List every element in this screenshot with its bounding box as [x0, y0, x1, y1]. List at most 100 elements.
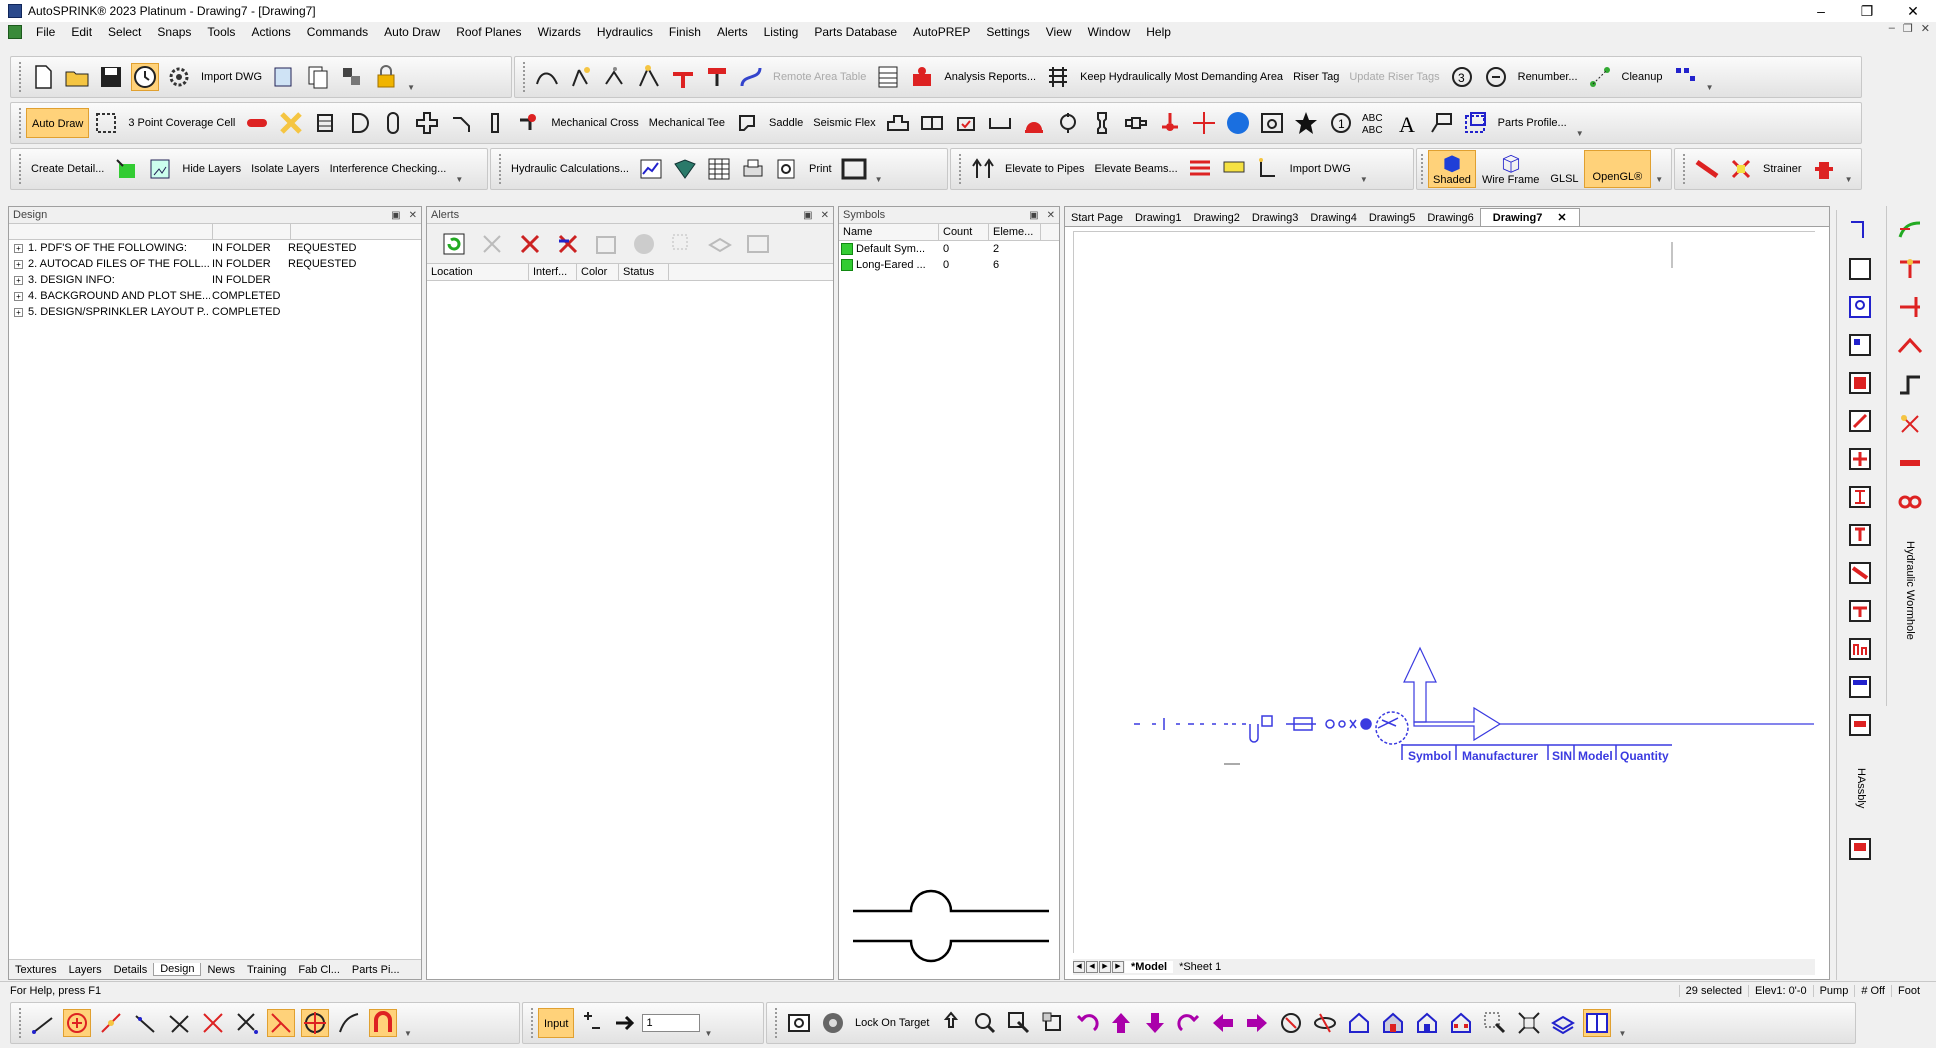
orbit-icon[interactable]: [1311, 1009, 1339, 1037]
snap-apparent-icon[interactable]: [233, 1009, 261, 1037]
report-table-icon[interactable]: [874, 63, 902, 91]
menu-parts-database[interactable]: Parts Database: [806, 22, 905, 42]
pipe-tool-icon[interactable]: [1845, 216, 1877, 248]
snap-nearest-icon[interactable]: [131, 1009, 159, 1037]
blue-sphere-icon[interactable]: [1224, 109, 1252, 137]
restore-icon[interactable]: ❐: [1844, 0, 1890, 22]
toolbar-overflow-icon[interactable]: ▼: [1654, 154, 1664, 184]
menu-roof-planes[interactable]: Roof Planes: [448, 22, 529, 42]
lock-on-target-button[interactable]: Lock On Target: [850, 1017, 934, 1029]
column-color[interactable]: Color: [577, 264, 619, 280]
delete-alert-icon[interactable]: [515, 229, 545, 259]
tab-layers[interactable]: Layers: [63, 964, 108, 976]
clock-icon[interactable]: [131, 63, 159, 91]
save-icon[interactable]: [97, 63, 125, 91]
tab-drawing6[interactable]: Drawing6: [1421, 210, 1479, 226]
strainer-icon[interactable]: [1727, 155, 1755, 183]
tee-fitting-icon[interactable]: [669, 63, 697, 91]
mdi-close-icon[interactable]: ✕: [1921, 22, 1930, 35]
snap-magnet-icon[interactable]: [369, 1009, 397, 1037]
menu-snaps[interactable]: Snaps: [149, 22, 199, 42]
glsl-button[interactable]: GLSL: [1545, 173, 1583, 189]
hanger-icon[interactable]: [703, 63, 731, 91]
hydraulic-calculations-button[interactable]: Hydraulic Calculations...: [506, 163, 634, 175]
red-chart-icon[interactable]: [1845, 634, 1877, 666]
red-slash-icon[interactable]: [1845, 558, 1877, 590]
expand-icon[interactable]: +: [14, 307, 23, 317]
parts-profile-icon[interactable]: [1462, 109, 1490, 137]
last-sheet-icon[interactable]: ▶: [1112, 961, 1124, 973]
bend-pipe-icon[interactable]: [737, 63, 765, 91]
coverage-cell-icon[interactable]: [92, 109, 120, 137]
tag-one-icon[interactable]: 1: [1326, 109, 1354, 137]
snap-intersection-icon[interactable]: [199, 1009, 227, 1037]
snap-perpendicular-icon[interactable]: [165, 1009, 193, 1037]
star-icon[interactable]: [1292, 109, 1320, 137]
design-row[interactable]: + 3. DESIGN INFO: IN FOLDER: [9, 272, 421, 288]
red-sprinkler-icon[interactable]: [1894, 408, 1926, 440]
shaded-button[interactable]: Shaded: [1428, 150, 1476, 188]
mechanical-cross-icon[interactable]: [515, 109, 543, 137]
dots-tool-icon[interactable]: [1671, 63, 1699, 91]
design-row[interactable]: + 2. AUTOCAD FILES OF THE FOLL... IN FOL…: [9, 256, 421, 272]
renumber-3-icon[interactable]: 3: [1448, 63, 1476, 91]
plus-minus-icon[interactable]: [577, 1009, 605, 1037]
print-button[interactable]: Print: [804, 163, 837, 175]
elevate-to-pipes-button[interactable]: Elevate to Pipes: [1000, 163, 1090, 175]
green-arrow-icon[interactable]: [1894, 213, 1926, 245]
view-top-icon[interactable]: [1345, 1009, 1373, 1037]
tab-textures[interactable]: Textures: [9, 964, 63, 976]
crosshair-icon[interactable]: [1190, 109, 1218, 137]
union-icon[interactable]: [918, 109, 946, 137]
toolbar-overflow-icon[interactable]: ▼: [874, 154, 884, 184]
open-folder-icon[interactable]: [63, 63, 91, 91]
sprinkler-tool-icon[interactable]: [567, 63, 595, 91]
menu-select[interactable]: Select: [100, 22, 149, 42]
menu-settings[interactable]: Settings: [978, 22, 1037, 42]
menu-file[interactable]: File: [28, 22, 63, 42]
column-count[interactable]: Count: [939, 224, 989, 240]
zoom-extents-icon[interactable]: [1481, 1009, 1509, 1037]
elbow-icon[interactable]: [345, 109, 373, 137]
beam-list-icon[interactable]: [1186, 155, 1214, 183]
red-coupling-icon[interactable]: [1894, 486, 1926, 518]
red-box-icon[interactable]: [1845, 368, 1877, 400]
layers-doc-icon[interactable]: [270, 63, 298, 91]
leader-icon[interactable]: [1428, 109, 1456, 137]
minimize-icon[interactable]: –: [1798, 0, 1844, 22]
hide-layers-icon[interactable]: [146, 155, 174, 183]
design-row[interactable]: + 1. PDF'S OF THE FOLLOWING: IN FOLDER R…: [9, 240, 421, 256]
menu-window[interactable]: Window: [1080, 22, 1139, 42]
menu-edit[interactable]: Edit: [63, 22, 100, 42]
hide-layers-button[interactable]: Hide Layers: [177, 163, 246, 175]
input-toggle-button[interactable]: Input: [538, 1008, 575, 1038]
arrow-down-icon[interactable]: [1141, 1009, 1169, 1037]
expand-icon[interactable]: +: [14, 243, 23, 253]
expand-icon[interactable]: +: [14, 259, 23, 269]
toolbar-overflow-icon[interactable]: ▼: [1617, 1008, 1627, 1038]
book-icon[interactable]: [671, 155, 699, 183]
tab-fab-cl[interactable]: Fab Cl...: [292, 964, 346, 976]
import-dwg-icon[interactable]: [1254, 155, 1282, 183]
first-sheet-icon[interactable]: ◀: [1073, 961, 1085, 973]
elevate-beams-button[interactable]: Elevate Beams...: [1090, 163, 1183, 175]
strainer-button[interactable]: Strainer: [1758, 163, 1807, 175]
keep-hydraulically-button[interactable]: Keep Hydraulically Most Demanding Area: [1075, 71, 1288, 83]
arrow-up-icon[interactable]: [1107, 1009, 1135, 1037]
opengl-button[interactable]: OpenGL®: [1583, 150, 1652, 188]
pin-icon[interactable]: ▣: [391, 210, 400, 221]
menu-auto-draw[interactable]: Auto Draw: [376, 22, 448, 42]
green-layer-icon[interactable]: [112, 155, 140, 183]
tab-training[interactable]: Training: [241, 964, 292, 976]
document-icon[interactable]: [8, 25, 22, 39]
menu-listing[interactable]: Listing: [756, 22, 807, 42]
beam-icon[interactable]: [1845, 482, 1877, 514]
menu-help[interactable]: Help: [1138, 22, 1179, 42]
arrow-right-nav-icon[interactable]: [1243, 1009, 1271, 1037]
red-valve-icon[interactable]: [1156, 109, 1184, 137]
red-pen-icon[interactable]: [1845, 406, 1877, 438]
pan-icon[interactable]: [937, 1009, 965, 1037]
tab-drawing3[interactable]: Drawing3: [1246, 210, 1304, 226]
renumber-button[interactable]: Renumber...: [1513, 71, 1583, 83]
toolbar-overflow-icon[interactable]: ▼: [1705, 62, 1715, 92]
